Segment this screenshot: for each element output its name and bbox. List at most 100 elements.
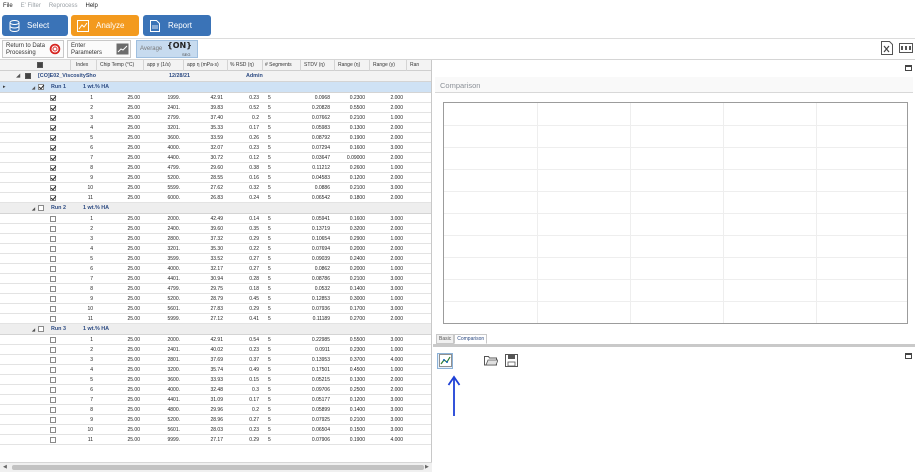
export-csv-button[interactable] xyxy=(898,41,914,57)
row-checkbox[interactable] xyxy=(50,195,56,201)
table-row[interactable]: 5 25.00 3599. 33.52 0.27 5 0.09039 0.2400 2.000 xyxy=(0,254,431,264)
row-checkbox[interactable] xyxy=(50,95,56,101)
col-rsd[interactable]: % RSD (η) xyxy=(230,62,254,68)
enter-parameters-button[interactable]: Enter Parameters xyxy=(67,40,131,58)
collapse-triangle[interactable]: ◢ xyxy=(32,327,35,332)
row-checkbox[interactable] xyxy=(50,417,56,423)
col-segments[interactable]: # Segments xyxy=(265,62,292,68)
row-checkbox[interactable] xyxy=(50,155,56,161)
menu-filter[interactable]: E' Filter xyxy=(21,3,41,9)
row-checkbox[interactable] xyxy=(50,145,56,151)
comparison-plot-area[interactable] xyxy=(443,102,908,324)
row-checkbox[interactable] xyxy=(50,397,56,403)
row-checkbox[interactable] xyxy=(50,165,56,171)
export-excel-button[interactable] xyxy=(879,41,895,57)
row-checkbox[interactable] xyxy=(50,286,56,292)
col-stdv[interactable]: STDV (η) xyxy=(304,62,325,68)
row-checkbox[interactable] xyxy=(50,437,56,443)
header-checkbox[interactable] xyxy=(37,62,43,68)
table-row[interactable]: 7 25.00 4401. 30.94 0.28 5 0.08786 0.2100 3.000 xyxy=(0,274,431,284)
table-row[interactable]: 9 25.00 5200. 28.96 0.27 5 0.07925 0.2100 3.000 xyxy=(0,415,431,425)
table-row[interactable]: 1 25.00 1999. 42.91 0.23 5 0.0968 0.2300 2.000 xyxy=(0,93,431,103)
collapse-triangle[interactable]: ◢ xyxy=(32,206,35,211)
col-chip-temp[interactable]: Chip Temp (°C) xyxy=(100,62,134,68)
table-row[interactable]: 8 25.00 4799. 29.60 0.38 5 0.11212 0.2600 1.000 xyxy=(0,163,431,173)
menu-file[interactable]: File xyxy=(3,3,13,9)
col-range-eta[interactable]: Range (η) xyxy=(338,62,360,68)
row-checkbox[interactable] xyxy=(50,226,56,232)
scroll-left-arrow[interactable]: ◀ xyxy=(3,464,7,470)
table-row[interactable]: 11 25.00 9999. 27.17 0.29 5 0.07906 0.1900 4.000 xyxy=(0,435,431,445)
row-checkbox[interactable] xyxy=(50,276,56,282)
row-checkbox[interactable] xyxy=(50,125,56,131)
table-row[interactable]: 4 25.00 3200. 35.74 0.49 5 0.17501 0.4500 1.000 xyxy=(0,365,431,375)
row-checkbox[interactable] xyxy=(50,367,56,373)
table-row[interactable]: 8 25.00 4800. 29.96 0.2 5 0.05899 0.1400 3.000 xyxy=(0,405,431,415)
run-checkbox[interactable] xyxy=(38,326,44,332)
table-row[interactable]: 10 25.00 5601. 28.03 0.23 5 0.06504 0.1500 3.000 xyxy=(0,425,431,435)
run-group-row[interactable]: ◢ Run 2 1 wt.% HA xyxy=(0,203,431,214)
save-button[interactable] xyxy=(503,353,519,369)
col-index[interactable]: Index xyxy=(76,62,88,68)
table-row[interactable]: 5 25.00 3600. 33.59 0.26 5 0.08792 0.1900 2.000 xyxy=(0,133,431,143)
row-checkbox[interactable] xyxy=(50,115,56,121)
row-checkbox[interactable] xyxy=(50,236,56,242)
table-row[interactable]: 4 25.00 3201. 35.33 0.17 5 0.05983 0.1300 2.000 xyxy=(0,123,431,133)
col-range-gamma[interactable]: Range (γ) xyxy=(373,62,395,68)
scrollbar-thumb[interactable] xyxy=(12,465,424,470)
table-row[interactable]: 4 25.00 3201. 35.30 0.22 5 0.07694 0.2000 2.000 xyxy=(0,244,431,254)
table-row[interactable]: 7 25.00 4400. 30.72 0.12 5 0.03647 0.09000 2.000 xyxy=(0,153,431,163)
run-group-row[interactable]: ◢ Run 1 1 wt.% HA ▸ xyxy=(0,82,431,93)
menu-reprocess[interactable]: Reprocess xyxy=(49,3,78,9)
table-row[interactable]: 11 25.00 5999. 27.12 0.41 5 0.11189 0.2700 2.000 xyxy=(0,314,431,324)
table-row[interactable]: 2 25.00 2400. 39.60 0.35 5 0.13719 0.3200 2.000 xyxy=(0,224,431,234)
chart-button[interactable] xyxy=(437,353,453,369)
row-checkbox[interactable] xyxy=(50,377,56,383)
collapse-triangle[interactable]: ◢ xyxy=(16,73,20,79)
pin-icon[interactable] xyxy=(905,65,912,71)
select-button[interactable]: Select xyxy=(2,15,68,36)
row-checkbox[interactable] xyxy=(50,347,56,353)
table-row[interactable]: 11 25.00 6000. 26.83 0.24 5 0.06542 0.1800 2.000 xyxy=(0,193,431,203)
row-checkbox[interactable] xyxy=(50,296,56,302)
table-row[interactable]: 6 25.00 4000. 32.17 0.27 5 0.0862 0.2000 1.000 xyxy=(0,264,431,274)
table-row[interactable]: 8 25.00 4799. 29.75 0.18 5 0.0532 0.1400 3.000 xyxy=(0,284,431,294)
row-checkbox[interactable] xyxy=(50,135,56,141)
row-checkbox[interactable] xyxy=(50,185,56,191)
table-row[interactable]: 3 25.00 2799. 37.40 0.2 5 0.07662 0.2100 1.000 xyxy=(0,113,431,123)
table-row[interactable]: 7 25.00 4401. 31.09 0.17 5 0.05177 0.1200 3.000 xyxy=(0,395,431,405)
open-folder-button[interactable] xyxy=(483,353,499,369)
report-button[interactable]: Report xyxy=(143,15,211,36)
table-row[interactable]: 3 25.00 2800. 37.32 0.29 5 0.10654 0.2900 1.000 xyxy=(0,234,431,244)
table-row[interactable]: 2 25.00 2401. 39.83 0.52 5 0.20828 0.5500 2.000 xyxy=(0,103,431,113)
table-row[interactable]: 10 25.00 5601. 27.83 0.29 5 0.07936 0.1700 3.000 xyxy=(0,304,431,314)
experiment-checkbox[interactable] xyxy=(25,73,31,79)
table-row[interactable]: 1 25.00 2000. 42.49 0.14 5 0.05941 0.1600 3.000 xyxy=(0,214,431,224)
row-checkbox[interactable] xyxy=(50,427,56,433)
row-checkbox[interactable] xyxy=(50,387,56,393)
row-checkbox[interactable] xyxy=(50,306,56,312)
menu-help[interactable]: Help xyxy=(86,3,98,9)
return-to-data-processing-button[interactable]: Return to Data Processing xyxy=(2,40,64,58)
col-app-viscosity[interactable]: app η (mPa·s) xyxy=(187,62,219,68)
row-checkbox[interactable] xyxy=(50,246,56,252)
col-range-extra[interactable]: Ran xyxy=(410,62,419,68)
row-checkbox[interactable] xyxy=(50,337,56,343)
row-checkbox[interactable] xyxy=(50,256,56,262)
table-row[interactable]: 5 25.00 3600. 33.93 0.15 5 0.05215 0.1300 2.000 xyxy=(0,375,431,385)
col-app-shear-rate[interactable]: app γ (1/s) xyxy=(147,62,171,68)
scroll-right-arrow[interactable]: ▶ xyxy=(425,464,429,470)
run-group-row[interactable]: ◢ Run 3 1 wt.% HA xyxy=(0,324,431,335)
row-checkbox[interactable] xyxy=(50,175,56,181)
table-row[interactable]: 1 25.00 2000. 42.91 0.54 5 0.22985 0.5500 3.000 xyxy=(0,335,431,345)
experiment-row[interactable]: ◢ [CO]E02_ViscositySho 12/28/21 Admin xyxy=(0,71,431,82)
run-checkbox[interactable] xyxy=(38,205,44,211)
row-checkbox[interactable] xyxy=(50,357,56,363)
row-checkbox[interactable] xyxy=(50,216,56,222)
table-row[interactable]: 3 25.00 2801. 37.69 0.37 5 0.13953 0.3700 4.000 xyxy=(0,355,431,365)
average-on-segment-toggle[interactable]: Average {ON} SEG xyxy=(136,40,198,58)
run-checkbox[interactable] xyxy=(38,84,44,90)
lower-pin-icon[interactable] xyxy=(905,353,912,359)
row-checkbox[interactable] xyxy=(50,407,56,413)
collapse-triangle[interactable]: ◢ xyxy=(32,85,35,90)
